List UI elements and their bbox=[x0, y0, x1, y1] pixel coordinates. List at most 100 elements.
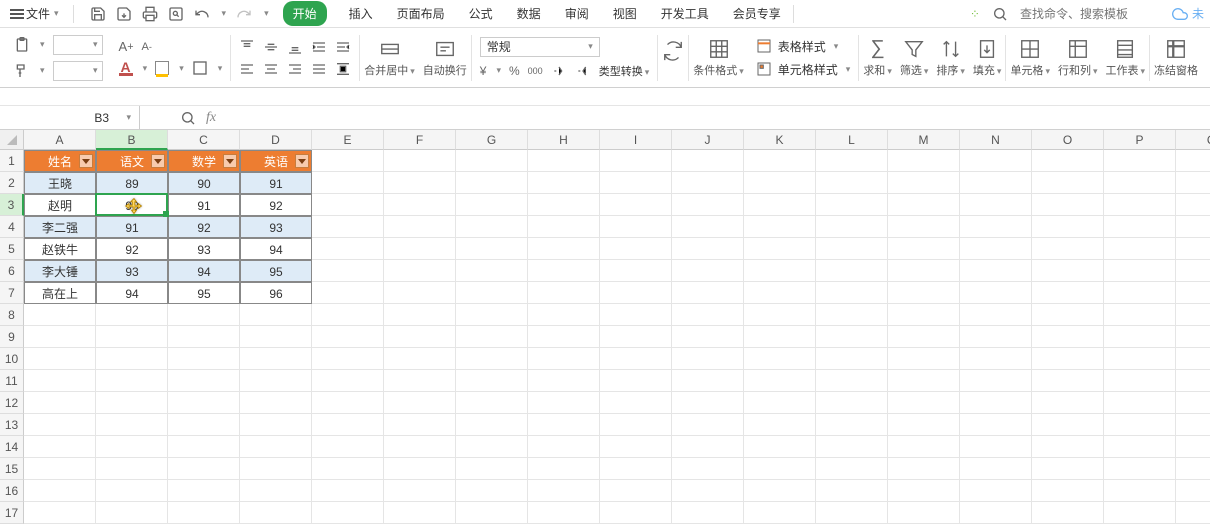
cell-E13[interactable] bbox=[312, 414, 384, 436]
cell-H17[interactable] bbox=[528, 502, 600, 524]
cell-G8[interactable] bbox=[456, 304, 528, 326]
align-center-icon[interactable] bbox=[263, 61, 279, 77]
cell-button[interactable]: 单元格▾ bbox=[1006, 38, 1054, 78]
cell-O6[interactable] bbox=[1032, 260, 1104, 282]
chevron-down-icon[interactable]: ▾ bbox=[40, 65, 45, 76]
row-header-3[interactable]: 3 bbox=[0, 194, 24, 216]
fill-color-icon[interactable] bbox=[155, 61, 169, 75]
cell-P5[interactable] bbox=[1104, 238, 1176, 260]
col-header-J[interactable]: J bbox=[672, 130, 744, 150]
cell-I8[interactable] bbox=[600, 304, 672, 326]
cell-D17[interactable] bbox=[240, 502, 312, 524]
distribute-icon[interactable] bbox=[335, 61, 351, 77]
cell-K12[interactable] bbox=[744, 392, 816, 414]
cells-area[interactable]: 姓名语文数学英语王晓899091赵明909192李二强919293赵铁牛9293… bbox=[24, 150, 1210, 524]
cell-F10[interactable] bbox=[384, 348, 456, 370]
cell-J10[interactable] bbox=[672, 348, 744, 370]
cell-E10[interactable] bbox=[312, 348, 384, 370]
cell-K8[interactable] bbox=[744, 304, 816, 326]
font-color-icon[interactable]: A bbox=[119, 61, 133, 76]
cell-H15[interactable] bbox=[528, 458, 600, 480]
cell-N11[interactable] bbox=[960, 370, 1032, 392]
cell-N10[interactable] bbox=[960, 348, 1032, 370]
cell-C17[interactable] bbox=[168, 502, 240, 524]
cond-format-button[interactable]: 条件格式▾ bbox=[689, 38, 748, 78]
filter-icon[interactable] bbox=[151, 154, 165, 168]
tab-公式[interactable]: 公式 bbox=[467, 1, 495, 26]
name-box[interactable]: B3 ▾ bbox=[0, 106, 140, 129]
cell-E16[interactable] bbox=[312, 480, 384, 502]
increase-font-icon[interactable]: A+ bbox=[119, 39, 134, 54]
cell-N17[interactable] bbox=[960, 502, 1032, 524]
row-header-10[interactable]: 10 bbox=[0, 348, 24, 370]
cell-L6[interactable] bbox=[816, 260, 888, 282]
cell-C8[interactable] bbox=[168, 304, 240, 326]
cell-A9[interactable] bbox=[24, 326, 96, 348]
currency-icon[interactable]: ¥ bbox=[480, 64, 487, 78]
cell-E9[interactable] bbox=[312, 326, 384, 348]
cell-F15[interactable] bbox=[384, 458, 456, 480]
cell-C1[interactable]: 数学 bbox=[168, 150, 240, 172]
cell-Q17[interactable] bbox=[1176, 502, 1210, 524]
sparkle-icon[interactable]: ⁘ bbox=[970, 7, 980, 21]
type-convert-button[interactable]: 类型转换▾ bbox=[599, 63, 650, 79]
cell-I4[interactable] bbox=[600, 216, 672, 238]
border-icon[interactable] bbox=[192, 60, 208, 76]
cell-I11[interactable] bbox=[600, 370, 672, 392]
cell-M7[interactable] bbox=[888, 282, 960, 304]
cell-J13[interactable] bbox=[672, 414, 744, 436]
cell-J1[interactable] bbox=[672, 150, 744, 172]
cell-J3[interactable] bbox=[672, 194, 744, 216]
cell-C2[interactable]: 90 bbox=[168, 172, 240, 194]
row-header-12[interactable]: 12 bbox=[0, 392, 24, 414]
cell-I13[interactable] bbox=[600, 414, 672, 436]
cell-N7[interactable] bbox=[960, 282, 1032, 304]
cell-A16[interactable] bbox=[24, 480, 96, 502]
cell-E11[interactable] bbox=[312, 370, 384, 392]
cell-K13[interactable] bbox=[744, 414, 816, 436]
align-bottom-icon[interactable] bbox=[287, 39, 303, 55]
cell-J9[interactable] bbox=[672, 326, 744, 348]
cell-M1[interactable] bbox=[888, 150, 960, 172]
cell-L17[interactable] bbox=[816, 502, 888, 524]
row-header-15[interactable]: 15 bbox=[0, 458, 24, 480]
justify-icon[interactable] bbox=[311, 61, 327, 77]
cell-Q12[interactable] bbox=[1176, 392, 1210, 414]
cell-I9[interactable] bbox=[600, 326, 672, 348]
cell-G9[interactable] bbox=[456, 326, 528, 348]
tab-数据[interactable]: 数据 bbox=[515, 1, 543, 26]
cell-M14[interactable] bbox=[888, 436, 960, 458]
cell-D11[interactable] bbox=[240, 370, 312, 392]
sort-button[interactable]: 排序▾ bbox=[932, 38, 969, 78]
cell-M10[interactable] bbox=[888, 348, 960, 370]
cell-C5[interactable]: 93 bbox=[168, 238, 240, 260]
col-header-F[interactable]: F bbox=[384, 130, 456, 150]
cell-L3[interactable] bbox=[816, 194, 888, 216]
col-header-E[interactable]: E bbox=[312, 130, 384, 150]
cell-E5[interactable] bbox=[312, 238, 384, 260]
cell-D15[interactable] bbox=[240, 458, 312, 480]
cell-A2[interactable]: 王晓 bbox=[24, 172, 96, 194]
cell-N9[interactable] bbox=[960, 326, 1032, 348]
cell-O13[interactable] bbox=[1032, 414, 1104, 436]
cell-B14[interactable] bbox=[96, 436, 168, 458]
cell-B13[interactable] bbox=[96, 414, 168, 436]
cell-N15[interactable] bbox=[960, 458, 1032, 480]
cell-D9[interactable] bbox=[240, 326, 312, 348]
cell-J14[interactable] bbox=[672, 436, 744, 458]
cell-P13[interactable] bbox=[1104, 414, 1176, 436]
cell-C3[interactable]: 91 bbox=[168, 194, 240, 216]
cell-G7[interactable] bbox=[456, 282, 528, 304]
cell-D4[interactable]: 93 bbox=[240, 216, 312, 238]
col-header-G[interactable]: G bbox=[456, 130, 528, 150]
cell-M5[interactable] bbox=[888, 238, 960, 260]
cell-B3[interactable]: 90 bbox=[96, 194, 168, 216]
col-header-D[interactable]: D bbox=[240, 130, 312, 150]
cell-O16[interactable] bbox=[1032, 480, 1104, 502]
cell-K16[interactable] bbox=[744, 480, 816, 502]
cell-A8[interactable] bbox=[24, 304, 96, 326]
spreadsheet-grid[interactable]: ABCDEFGHIJKLMNOPQ 1234567891011121314151… bbox=[0, 130, 1210, 500]
cell-Q11[interactable] bbox=[1176, 370, 1210, 392]
cell-M16[interactable] bbox=[888, 480, 960, 502]
cell-I15[interactable] bbox=[600, 458, 672, 480]
